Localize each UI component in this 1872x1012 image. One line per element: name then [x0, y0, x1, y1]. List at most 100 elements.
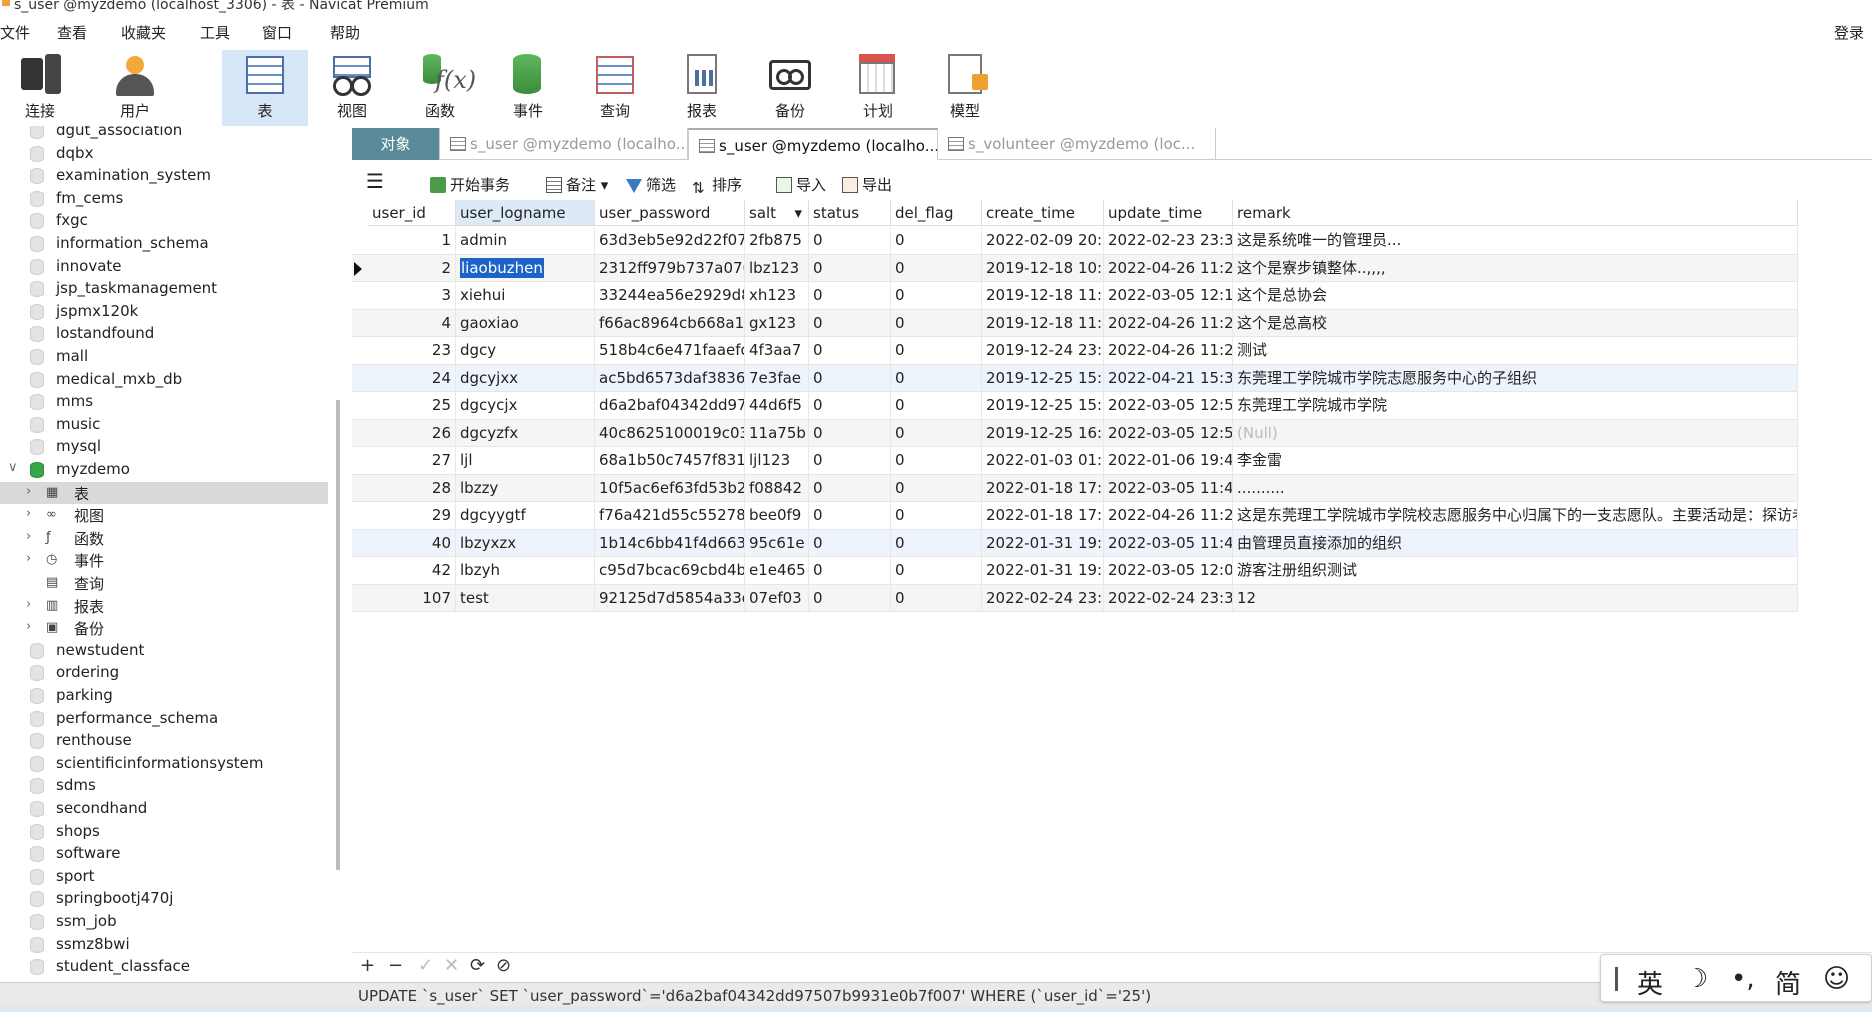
tree-database-item[interactable]: dgut_association	[0, 126, 328, 142]
cell-user-id[interactable]: 1	[368, 227, 456, 254]
cell-del-flag[interactable]: 0	[891, 337, 982, 364]
cell-remark[interactable]: 12	[1233, 584, 1798, 612]
tree-database-item[interactable]: lostandfound	[0, 323, 328, 345]
cell-remark[interactable]: (Null)	[1233, 419, 1798, 447]
cell-create-time[interactable]: 2022-02-24 23:3	[982, 584, 1104, 612]
column-header-user-logname[interactable]: user_logname	[456, 200, 595, 226]
cell-update-time[interactable]: 2022-03-05 11:46	[1104, 529, 1233, 557]
tab-s-user-2[interactable]: s_user @myzdemo (localho...	[688, 128, 938, 160]
cell-update-time[interactable]: 2022-04-26 11:23	[1104, 309, 1233, 337]
ime-emoji-icon[interactable]: ☺	[1823, 964, 1850, 994]
tree-item-view[interactable]: › ∞ 视图	[0, 504, 328, 526]
tree-database-item[interactable]: performance_schema	[0, 708, 328, 730]
backup-button[interactable]: 备份	[750, 50, 830, 126]
cell-create-time[interactable]: 2019-12-25 16:4	[982, 419, 1104, 447]
menu-file[interactable]: 文件	[0, 22, 30, 43]
cell-user-password[interactable]: 518b4c6e471faaefd	[595, 337, 745, 364]
table-row[interactable]: 2 liaobuzhen 2312ff979b737a070 lbz123 0 0 2019…	[352, 254, 1798, 282]
tree-database-item[interactable]: mms	[0, 391, 328, 413]
cell-remark[interactable]: 这个是寮步镇整体..,,,,	[1233, 254, 1798, 282]
delete-record-button[interactable]: −	[388, 955, 403, 976]
table-row[interactable]: 42 lbzyh c95d7bcac69cbd4b e1e465 0 0 2022-01-3…	[352, 557, 1798, 585]
table-row[interactable]: 28 lbzzy 10f5ac6ef63fd53b2 f08842 0 0 2022-01-…	[352, 474, 1798, 502]
column-header-remark[interactable]: remark	[1233, 200, 1798, 226]
tree-database-item[interactable]: ssm_job	[0, 911, 328, 933]
cell-status[interactable]: 0	[809, 584, 891, 612]
cell-user-id[interactable]: 40	[368, 529, 456, 557]
chevron-right-icon[interactable]: ›	[26, 506, 31, 521]
cell-del-flag[interactable]: 0	[891, 502, 982, 529]
cell-update-time[interactable]: 2022-03-05 12:52	[1104, 419, 1233, 447]
tree-item-function[interactable]: › ƒ 函数	[0, 527, 328, 549]
tree-item-report[interactable]: › ▥ 报表	[0, 595, 328, 617]
chevron-right-icon[interactable]: ›	[26, 529, 31, 544]
cell-create-time[interactable]: 2022-01-18 17:2	[982, 474, 1104, 502]
cell-status[interactable]: 0	[809, 392, 891, 419]
query-button[interactable]: 查询	[575, 50, 655, 126]
cell-user-password[interactable]: 92125d7d5854a33d	[595, 584, 745, 612]
tree-database-item[interactable]: software	[0, 843, 328, 865]
cell-remark[interactable]: 这是系统唯一的管理员...	[1233, 227, 1798, 254]
menu-help[interactable]: 帮助	[330, 22, 360, 43]
cell-salt[interactable]: f08842	[745, 474, 809, 502]
cell-user-logname[interactable]: dgcy	[456, 337, 595, 364]
tree-item-table[interactable]: › ▦ 表	[0, 481, 328, 504]
cell-salt[interactable]: 95c61e	[745, 529, 809, 557]
tree-database-item[interactable]: dqbx	[0, 143, 328, 165]
cell-remark[interactable]: 这是东莞理工学院城市学院校志愿服务中心归属下的一支志愿队。主要活动是：探访老	[1233, 502, 1798, 529]
cell-user-logname[interactable]: xiehui	[456, 282, 595, 309]
cell-user-password[interactable]: 2312ff979b737a070	[595, 254, 745, 282]
filter-button[interactable]: 筛选	[626, 174, 676, 195]
ime-drag-handle[interactable]	[1615, 967, 1618, 991]
chevron-right-icon[interactable]: ›	[26, 619, 31, 634]
cell-status[interactable]: 0	[809, 502, 891, 529]
cell-user-logname[interactable]: test	[456, 584, 595, 612]
event-button[interactable]: 事件	[488, 50, 568, 126]
cell-user-id[interactable]: 107	[368, 584, 456, 612]
cell-del-flag[interactable]: 0	[891, 227, 982, 254]
cell-update-time[interactable]: 2022-04-26 11:23	[1104, 502, 1233, 529]
chevron-right-icon[interactable]: ›	[26, 597, 31, 612]
tree-database-item[interactable]: sport	[0, 866, 328, 888]
cell-user-password[interactable]: f66ac8964cb668a10	[595, 309, 745, 337]
cell-update-time[interactable]: 2022-01-06 19:45	[1104, 447, 1233, 474]
cell-status[interactable]: 0	[809, 364, 891, 392]
ime-script-toggle[interactable]: 简	[1775, 964, 1801, 1001]
table-row[interactable]: 25 dgcycjx d6a2baf04342dd97 44d6f5 0 0 2019-12…	[352, 392, 1798, 420]
tree-database-open[interactable]: ∨ myzdemo	[0, 459, 328, 481]
tree-database-item[interactable]: sdms	[0, 775, 328, 797]
tree-database-item[interactable]: innovate	[0, 256, 328, 278]
cell-salt[interactable]: xh123	[745, 282, 809, 309]
tree-database-item[interactable]: parking	[0, 685, 328, 707]
column-header-update-time[interactable]: update_time	[1104, 200, 1233, 226]
chevron-right-icon[interactable]: ›	[26, 551, 31, 566]
cell-user-password[interactable]: 1b14c6bb41f4d663	[595, 529, 745, 557]
begin-transaction-button[interactable]: 开始事务	[430, 174, 510, 195]
column-header-user-id[interactable]: user_id	[368, 200, 456, 226]
column-header-status[interactable]: status	[809, 200, 891, 226]
cell-remark[interactable]: 这个是总高校	[1233, 309, 1798, 337]
cell-salt[interactable]: lbz123	[745, 254, 809, 282]
ime-punct-toggle[interactable]: •,	[1731, 964, 1755, 994]
cell-user-logname[interactable]: liaobuzhen	[456, 254, 595, 282]
table-row[interactable]: 26 dgcyzfx 40c8625100019c037 11a75b 0 0 2019-1…	[352, 419, 1798, 447]
cell-user-logname[interactable]: lbzyxzx	[456, 529, 595, 557]
tree-database-item[interactable]: fm_cems	[0, 188, 328, 210]
tree-item-event[interactable]: › ◷ 事件	[0, 549, 328, 571]
cell-del-flag[interactable]: 0	[891, 474, 982, 502]
cell-salt[interactable]: 7e3fae	[745, 364, 809, 392]
cell-user-password[interactable]: 40c8625100019c037	[595, 419, 745, 447]
refresh-button[interactable]: ⟳	[470, 955, 485, 976]
cell-user-password[interactable]: d6a2baf04342dd97	[595, 392, 745, 419]
tree-scrollbar[interactable]	[336, 400, 340, 870]
chevron-right-icon[interactable]: ›	[26, 484, 31, 499]
model-button[interactable]: 模型	[925, 50, 1005, 126]
tree-database-item[interactable]: music	[0, 414, 328, 436]
tree-database-item[interactable]: mall	[0, 346, 328, 368]
tree-database-item[interactable]: renthouse	[0, 730, 328, 752]
cell-salt[interactable]: ljl123	[745, 447, 809, 474]
cell-user-password[interactable]: ac5bd6573daf38368	[595, 364, 745, 392]
cell-user-id[interactable]: 25	[368, 392, 456, 419]
cell-create-time[interactable]: 2022-01-18 17:3	[982, 502, 1104, 529]
cell-status[interactable]: 0	[809, 557, 891, 584]
